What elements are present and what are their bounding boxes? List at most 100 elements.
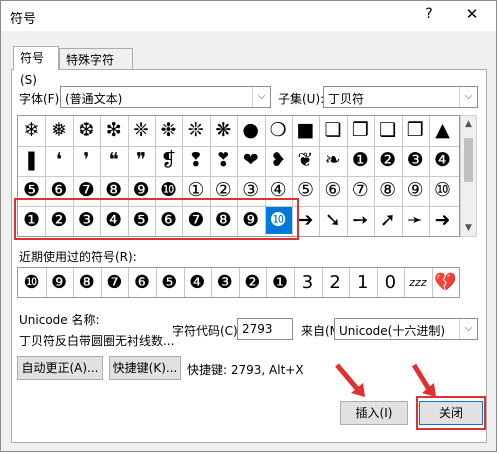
chevron-down-icon: ⌵: [459, 87, 477, 107]
symbol-cell[interactable]: ■: [292, 117, 319, 144]
grid-line: [183, 268, 185, 297]
symbol-cell[interactable]: ❈: [128, 117, 155, 144]
tab-special-characters[interactable]: 特殊字符(P): [59, 48, 133, 89]
symbol-cell[interactable]: ➙: [347, 207, 374, 234]
symbol-cell[interactable]: ❚: [18, 147, 45, 174]
grid-line: [211, 268, 213, 297]
subset-select-value: 丁贝符: [328, 92, 365, 106]
unicode-name-label: Unicode 名称:: [19, 313, 100, 327]
symbol-cell[interactable]: ❇: [100, 117, 127, 144]
recent-symbol-cell[interactable]: ❾: [46, 268, 73, 297]
grid-line: [100, 268, 102, 297]
grid-line: [404, 268, 406, 297]
recent-symbol-cell[interactable]: 1: [349, 268, 376, 297]
grid-line: [128, 268, 130, 297]
recent-symbol-cell[interactable]: ❽: [73, 268, 100, 297]
symbol-cell[interactable]: ❑: [374, 117, 401, 144]
recent-symbol-cell[interactable]: ❹: [184, 268, 211, 297]
shortcut-text: 快捷键: 2793, Alt+X: [187, 363, 304, 377]
scroll-down-icon[interactable]: ▼: [461, 220, 476, 236]
symbol-cell[interactable]: ❥: [265, 147, 292, 174]
recent-symbol-cell[interactable]: ❶: [266, 268, 293, 297]
symbol-cell[interactable]: ❣: [210, 147, 237, 174]
symbol-cell[interactable]: ❧: [319, 147, 346, 174]
symbol-cell[interactable]: ❉: [155, 117, 182, 144]
recent-symbol-cell[interactable]: ❺: [156, 268, 183, 297]
recent-symbol-cell[interactable]: 2: [322, 268, 349, 297]
symbol-cell[interactable]: ⑧: [374, 177, 401, 204]
recent-symbol-cell[interactable]: 3: [294, 268, 321, 297]
symbol-cell[interactable]: ❍: [265, 117, 292, 144]
grid-line: [294, 268, 295, 297]
symbol-cell[interactable]: ⑨: [402, 177, 429, 204]
chevron-down-icon: ⌵: [252, 87, 270, 107]
symbol-cell[interactable]: ●: [237, 117, 264, 144]
symbol-cell[interactable]: ❸: [402, 147, 429, 174]
recent-symbol-cell[interactable]: ❸: [211, 268, 238, 297]
symbol-cell[interactable]: ➘: [319, 207, 346, 234]
symbol-cell[interactable]: ❏: [319, 117, 346, 144]
symbol-cell[interactable]: ❦: [292, 147, 319, 174]
symbol-cell[interactable]: ➚: [374, 207, 401, 234]
symbol-cell[interactable]: ❹: [429, 147, 456, 174]
insert-button[interactable]: 插入(I): [340, 401, 408, 425]
symbol-cell[interactable]: ⑩: [429, 177, 456, 204]
title-bar: 符号 ? ✕: [1, 1, 496, 31]
symbol-cell[interactable]: ❡: [155, 147, 182, 174]
close-icon[interactable]: ✕: [460, 5, 484, 27]
scroll-up-icon[interactable]: ▲: [461, 116, 476, 132]
help-icon[interactable]: ?: [417, 6, 441, 26]
symbol-cell[interactable]: ❄: [18, 117, 45, 144]
grid-line: [18, 146, 459, 147]
grid-line: [73, 268, 75, 297]
symbol-cell[interactable]: ❐: [347, 117, 374, 144]
dialog-title: 符号: [10, 12, 37, 27]
font-select[interactable]: (普通文本) ⌵: [60, 86, 271, 108]
from-select-value: Unicode(十六进制): [339, 324, 446, 338]
subset-label: 子集(U):: [278, 92, 325, 106]
recent-symbol-cell[interactable]: ❿: [18, 268, 45, 297]
recent-symbol-cell[interactable]: ❻: [128, 268, 155, 297]
font-label: 字体(F):: [19, 92, 64, 106]
symbol-cell[interactable]: ❶: [347, 147, 374, 174]
grid-line: [156, 268, 157, 297]
recent-symbol-cell[interactable]: zzz: [404, 268, 431, 297]
grid-line: [266, 268, 268, 297]
symbol-cell[interactable]: ❝: [100, 147, 127, 174]
symbol-cell[interactable]: ❊: [182, 117, 209, 144]
symbol-cell[interactable]: ❒: [402, 117, 429, 144]
annotation-arrow-insert: [335, 363, 365, 397]
recent-symbol-cell[interactable]: 💔: [432, 268, 459, 297]
symbol-cell[interactable]: ▲: [429, 117, 456, 144]
symbol-cell[interactable]: ➛: [402, 207, 429, 234]
from-select[interactable]: Unicode(十六进制) ⌵: [334, 318, 478, 340]
char-code-input[interactable]: 2793: [237, 318, 293, 340]
symbol-cell[interactable]: ⑥: [319, 177, 346, 204]
symbol-cell[interactable]: ❢: [182, 147, 209, 174]
subset-select[interactable]: 丁贝符 ⌵: [323, 86, 478, 108]
symbol-cell[interactable]: ❆: [73, 117, 100, 144]
symbol-cell[interactable]: ➜: [429, 207, 456, 234]
recent-symbol-cell[interactable]: ❷: [239, 268, 266, 297]
symbol-cell[interactable]: ❛: [45, 147, 72, 174]
symbol-cell[interactable]: ❅: [45, 117, 72, 144]
scroll-thumb[interactable]: [464, 138, 473, 182]
shortcut-key-button[interactable]: 快捷键(K)...: [109, 356, 181, 380]
symbol-cell[interactable]: ❤: [237, 147, 264, 174]
grid-line: [45, 268, 47, 297]
symbol-cell[interactable]: ❷: [374, 147, 401, 174]
symbol-grid-scrollbar[interactable]: ▲ ▼: [460, 115, 477, 237]
symbol-cell[interactable]: ❞: [128, 147, 155, 174]
char-code-label: 字符代码(C):: [172, 324, 242, 338]
symbol-cell[interactable]: ❜: [73, 147, 100, 174]
recent-symbol-cell[interactable]: ❼: [101, 268, 128, 297]
recent-symbols-list: ❿ ❾ ❽ ❼ ❻ ❺ ❹ ❸ ❷ ❶ 3 2 1 0 zzz 💔: [17, 267, 460, 298]
tab-symbols[interactable]: 符号(S): [13, 46, 59, 87]
recent-symbol-cell[interactable]: 0: [377, 268, 404, 297]
grid-line: [238, 268, 240, 297]
grid-line: [376, 268, 378, 297]
symbol-cell[interactable]: ⑦: [347, 177, 374, 204]
symbol-cell[interactable]: ❋: [210, 117, 237, 144]
grid-line: [321, 268, 323, 297]
autocorrect-button[interactable]: 自动更正(A)...: [17, 356, 103, 380]
